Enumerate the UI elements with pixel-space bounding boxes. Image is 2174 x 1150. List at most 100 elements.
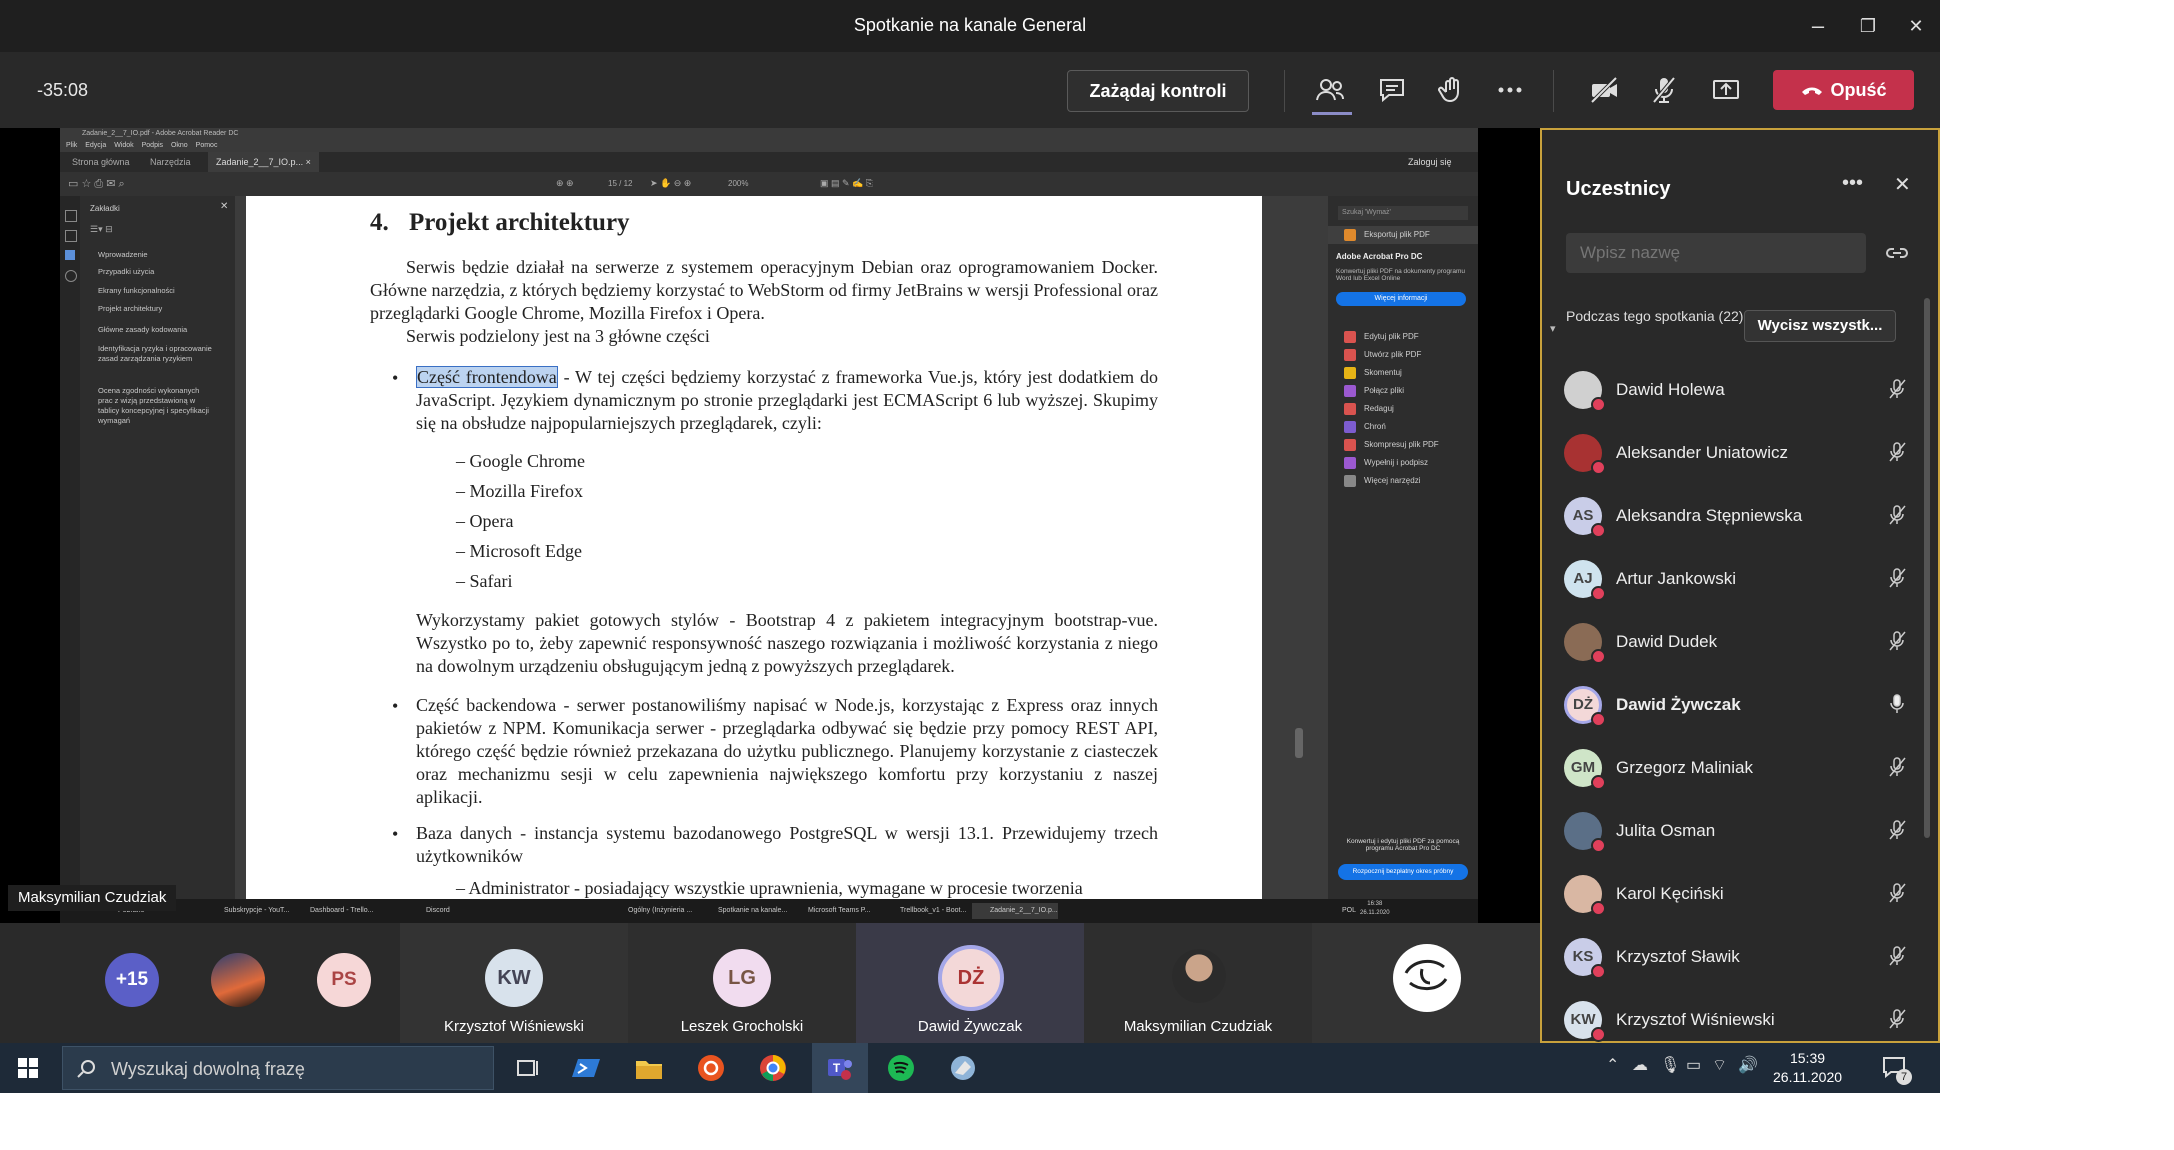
section-header[interactable]: Podczas tego spotkania (22) bbox=[1566, 307, 1766, 325]
file-explorer-icon[interactable] bbox=[634, 1053, 664, 1083]
participant-row[interactable]: GM Grzegorz Maliniak bbox=[1564, 743, 1919, 793]
tool-item[interactable]: Redaguj bbox=[1364, 404, 1394, 413]
participant-row[interactable]: AJ Artur Jankowski bbox=[1564, 554, 1919, 604]
participant-search-input[interactable] bbox=[1566, 233, 1866, 273]
mic-muted-icon[interactable] bbox=[1886, 441, 1908, 463]
mic-muted-icon[interactable] bbox=[1886, 567, 1908, 589]
task-view-icon[interactable] bbox=[512, 1053, 542, 1083]
tool-item[interactable]: Edytuj plik PDF bbox=[1364, 332, 1419, 341]
wifi-icon[interactable]: ⌔ bbox=[1712, 1055, 1727, 1075]
menu-item[interactable]: Plik bbox=[66, 142, 77, 149]
pdf-scrollbar[interactable] bbox=[1295, 728, 1303, 758]
mute-all-button[interactable]: Wycisz wszystk... bbox=[1744, 310, 1896, 342]
app-icon[interactable] bbox=[948, 1053, 978, 1083]
spotify-icon[interactable] bbox=[886, 1053, 916, 1083]
mic-icon[interactable] bbox=[1886, 693, 1908, 715]
windows-start-icon[interactable] bbox=[18, 1058, 38, 1078]
mic-muted-icon[interactable] bbox=[1886, 945, 1908, 967]
battery-icon[interactable]: ▭ bbox=[1686, 1055, 1701, 1075]
participant-tile[interactable]: LG Leszek Grocholski bbox=[628, 923, 856, 1043]
bookmark-item[interactable]: Identyfikacja ryzyka i opracowanie zasad… bbox=[98, 344, 213, 364]
participant-row[interactable]: Aleksander Uniatowicz bbox=[1564, 428, 1919, 478]
mic-muted-icon[interactable] bbox=[1886, 630, 1908, 652]
microphone-icon[interactable]: 🎙 bbox=[1660, 1055, 1680, 1075]
menu-item[interactable]: Widok bbox=[114, 142, 133, 149]
menu-item[interactable]: Okno bbox=[171, 142, 188, 149]
link-icon[interactable] bbox=[1886, 244, 1908, 262]
mic-off-icon[interactable] bbox=[1648, 74, 1680, 106]
tool-item[interactable]: Skomentuj bbox=[1364, 368, 1402, 377]
attach-icon[interactable] bbox=[65, 230, 77, 242]
tab-home[interactable]: Strona główna bbox=[64, 152, 138, 172]
share-icon[interactable] bbox=[1710, 74, 1742, 106]
export-row[interactable]: Eksportuj plik PDF bbox=[1328, 226, 1478, 244]
pages-icon[interactable] bbox=[65, 210, 77, 222]
mic-muted-icon[interactable] bbox=[1886, 819, 1908, 841]
request-control-button[interactable]: Zażądaj kontroli bbox=[1067, 70, 1249, 112]
close-icon[interactable]: ✕ bbox=[220, 201, 228, 212]
maximize-button[interactable]: ❐ bbox=[1853, 12, 1883, 40]
participants-scrollbar[interactable] bbox=[1924, 298, 1930, 838]
ubuntu-icon[interactable] bbox=[696, 1053, 726, 1083]
tools-search[interactable]: Szukaj 'Wymaż' bbox=[1338, 206, 1468, 220]
clock[interactable]: 15:39 26.11.2020 bbox=[1773, 1049, 1842, 1087]
teams-icon[interactable]: T bbox=[824, 1053, 854, 1083]
mic-muted-icon[interactable] bbox=[1886, 882, 1908, 904]
login-link[interactable]: Zaloguj się bbox=[1400, 152, 1460, 172]
mic-muted-icon[interactable] bbox=[1886, 1008, 1908, 1030]
bookmark-item[interactable]: Przypadki użycia bbox=[98, 267, 213, 277]
bookmark-item[interactable]: Wprowadzenie bbox=[98, 250, 213, 260]
tool-item[interactable]: Skompresuj plik PDF bbox=[1364, 440, 1439, 449]
tool-item[interactable]: Więcej narzędzi bbox=[1364, 476, 1420, 485]
powershell-icon[interactable] bbox=[572, 1053, 602, 1083]
participant-avatar[interactable]: PS bbox=[317, 953, 371, 1007]
people-icon[interactable] bbox=[1314, 74, 1346, 106]
chevron-up-icon[interactable]: ⌃ bbox=[1606, 1055, 1619, 1075]
tool-item[interactable]: Wypełnij i podpisz bbox=[1364, 458, 1428, 467]
mic-muted-icon[interactable] bbox=[1886, 756, 1908, 778]
participant-row[interactable]: KW Krzysztof Wiśniewski bbox=[1564, 995, 1919, 1045]
trial-button[interactable]: Rozpocznij bezpłatny okres próbny bbox=[1338, 864, 1468, 880]
more-participants[interactable]: +15 bbox=[105, 953, 159, 1007]
more-icon[interactable] bbox=[1494, 74, 1526, 106]
participant-tile[interactable] bbox=[1312, 923, 1540, 1043]
bookmark-item[interactable]: Główne zasady kodowania bbox=[98, 325, 213, 335]
minimize-button[interactable]: – bbox=[1803, 12, 1833, 40]
bookmark-item[interactable]: Ocena zgodności wykonanych prac z wizją … bbox=[98, 386, 213, 426]
tool-item[interactable]: Połącz pliki bbox=[1364, 386, 1404, 395]
tab-document[interactable]: Zadanie_2__7_IO.p... × bbox=[208, 152, 319, 172]
chat-icon[interactable] bbox=[1376, 74, 1408, 106]
mic-muted-icon[interactable] bbox=[1886, 504, 1908, 526]
participant-row[interactable]: DŻ Dawid Żywczak bbox=[1564, 680, 1919, 730]
zoom-level[interactable]: 200% bbox=[728, 179, 748, 188]
link-icon[interactable] bbox=[65, 270, 77, 282]
promo-button[interactable]: Więcej informacji bbox=[1336, 292, 1466, 306]
participant-row[interactable]: KS Krzysztof Sławik bbox=[1564, 932, 1919, 982]
participant-tile[interactable]: DŻ Dawid Żywczak bbox=[856, 923, 1084, 1043]
close-icon[interactable]: ✕ bbox=[1894, 172, 1911, 197]
participant-row[interactable]: Julita Osman bbox=[1564, 806, 1919, 856]
menu-item[interactable]: Pomoc bbox=[196, 142, 218, 149]
menu-item[interactable]: Podpis bbox=[142, 142, 163, 149]
raise-hand-icon[interactable] bbox=[1436, 74, 1468, 106]
leave-button[interactable]: Opuść bbox=[1773, 70, 1914, 110]
windows-search-box[interactable]: Wyszukaj dowolną frazę bbox=[62, 1046, 494, 1090]
highlighted-text[interactable]: Część frontendowa bbox=[416, 366, 558, 388]
bookmark-item[interactable]: Ekrany funkcjonalności bbox=[98, 286, 213, 296]
participant-row[interactable]: Dawid Dudek bbox=[1564, 617, 1919, 667]
camera-off-icon[interactable] bbox=[1588, 74, 1620, 106]
participant-row[interactable]: AS Aleksandra Stępniewska bbox=[1564, 491, 1919, 541]
participant-avatar[interactable] bbox=[211, 953, 265, 1007]
participant-row[interactable]: Dawid Holewa bbox=[1564, 365, 1919, 415]
page-indicator[interactable]: 15 / 12 bbox=[608, 179, 632, 188]
volume-icon[interactable]: 🔊 bbox=[1738, 1055, 1758, 1075]
bookmark-item[interactable]: Projekt architektury bbox=[98, 304, 213, 314]
bookmark-options-icon[interactable]: ☰▾ ⊟ bbox=[90, 224, 113, 235]
onedrive-icon[interactable]: ☁ bbox=[1632, 1055, 1648, 1075]
bookmark-icon[interactable] bbox=[65, 250, 75, 260]
close-button[interactable]: ✕ bbox=[1901, 12, 1931, 40]
chevron-down-icon[interactable]: ▾ bbox=[1550, 322, 1556, 335]
tool-item[interactable]: Chroń bbox=[1364, 422, 1386, 431]
tool-item[interactable]: Utwórz plik PDF bbox=[1364, 350, 1421, 359]
participant-tile[interactable]: Maksymilian Czudziak bbox=[1084, 923, 1312, 1043]
